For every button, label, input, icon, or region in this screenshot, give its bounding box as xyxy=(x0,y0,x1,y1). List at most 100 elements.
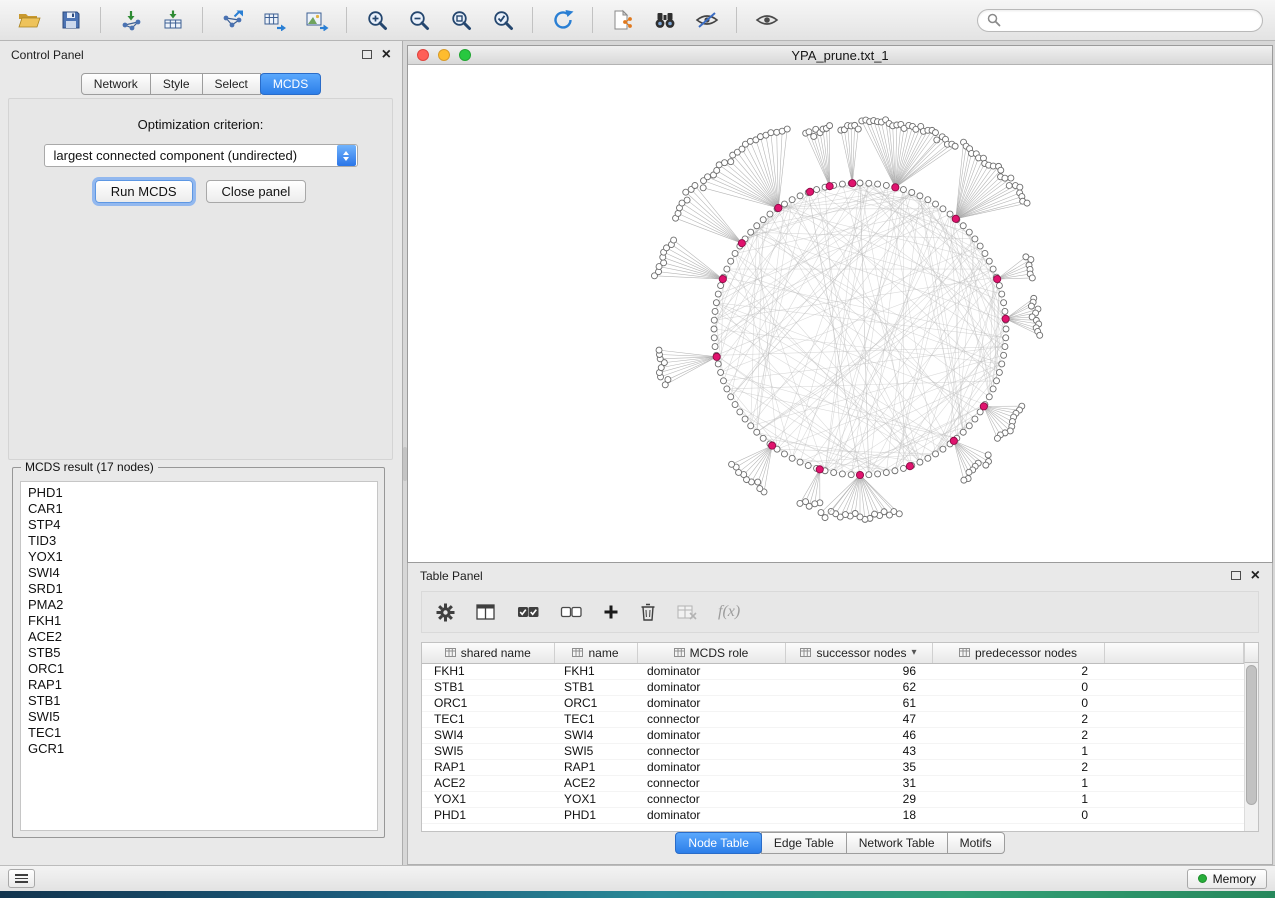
control-panel-title: Control Panel xyxy=(11,48,84,62)
float-table-panel-icon[interactable] xyxy=(1231,571,1241,580)
export-image-icon[interactable] xyxy=(300,5,333,35)
run-mcds-button[interactable]: Run MCDS xyxy=(95,180,193,203)
open-file-icon[interactable] xyxy=(12,5,45,35)
tab-edge-table[interactable]: Edge Table xyxy=(761,832,847,854)
search-box[interactable] xyxy=(977,9,1263,32)
column-header-name[interactable]: name xyxy=(554,643,637,663)
close-table-panel-icon[interactable]: × xyxy=(1251,570,1260,582)
mcds-node-item[interactable]: FKH1 xyxy=(21,613,377,629)
mcds-node-item[interactable]: GCR1 xyxy=(21,741,377,757)
search-input[interactable] xyxy=(1007,13,1253,27)
import-network-icon[interactable] xyxy=(114,5,147,35)
table-row[interactable]: PHD1 PHD1 dominator 18 0 xyxy=(422,807,1244,823)
tab-network-table[interactable]: Network Table xyxy=(846,832,948,854)
close-panel-icon[interactable]: × xyxy=(382,49,391,61)
desktop-wallpaper-strip xyxy=(0,891,1275,898)
show-columns-icon[interactable] xyxy=(476,603,496,621)
table-panel-title: Table Panel xyxy=(420,569,483,583)
mcds-node-item[interactable]: TID3 xyxy=(21,533,377,549)
table-panel: Table Panel × f(x) xyxy=(407,563,1273,865)
toolbar-separator xyxy=(592,7,593,33)
deselect-all-icon[interactable] xyxy=(560,605,582,619)
toolbar-separator xyxy=(100,7,101,33)
table-options-gear-icon[interactable] xyxy=(436,603,455,622)
zoom-in-icon[interactable] xyxy=(360,5,393,35)
mcds-node-item[interactable]: SWI5 xyxy=(21,709,377,725)
table-row[interactable]: SWI5 SWI5 connector 43 1 xyxy=(422,743,1244,759)
network-window-title: YPA_prune.txt_1 xyxy=(791,48,888,63)
column-grid-icon xyxy=(572,648,583,657)
column-header-predecessor-nodes[interactable]: predecessor nodes xyxy=(932,643,1104,663)
tab-motifs[interactable]: Motifs xyxy=(947,832,1005,854)
zoom-out-icon[interactable] xyxy=(402,5,435,35)
mcds-node-item[interactable]: STP4 xyxy=(21,517,377,533)
table-row[interactable]: ACE2 ACE2 connector 31 1 xyxy=(422,775,1244,791)
control-panel-tabs: Network Style Select MCDS xyxy=(0,73,402,95)
add-icon[interactable] xyxy=(603,604,619,620)
mcds-node-item[interactable]: TEC1 xyxy=(21,725,377,741)
control-panel: Control Panel × Network Style Select MCD… xyxy=(0,41,403,865)
tab-network[interactable]: Network xyxy=(81,73,151,95)
tab-mcds[interactable]: MCDS xyxy=(260,73,321,95)
mcds-node-item[interactable]: SWI4 xyxy=(21,565,377,581)
close-panel-button[interactable]: Close panel xyxy=(206,180,307,203)
zoom-selected-icon[interactable] xyxy=(486,5,519,35)
table-toolbar: f(x) xyxy=(421,591,1259,633)
zoom-fit-icon[interactable] xyxy=(444,5,477,35)
table-vertical-scrollbar[interactable] xyxy=(1244,663,1258,831)
mcds-node-item[interactable]: YOX1 xyxy=(21,549,377,565)
tab-select[interactable]: Select xyxy=(202,73,261,95)
column-header-shared-name[interactable]: shared name xyxy=(422,643,554,663)
select-all-icon[interactable] xyxy=(517,605,539,619)
status-menu-icon[interactable] xyxy=(8,869,35,888)
save-icon[interactable] xyxy=(54,5,87,35)
window-minimize-button[interactable] xyxy=(438,49,450,61)
share-document-icon[interactable] xyxy=(606,5,639,35)
mcds-node-item[interactable]: STB5 xyxy=(21,645,377,661)
mcds-node-item[interactable]: PHD1 xyxy=(21,485,377,501)
memory-button[interactable]: Memory xyxy=(1187,869,1267,889)
network-canvas[interactable] xyxy=(408,65,1272,562)
column-header-mcds-role[interactable]: MCDS role xyxy=(637,643,785,663)
table-row[interactable]: RAP1 RAP1 dominator 35 2 xyxy=(422,759,1244,775)
table-row[interactable]: SWI4 SWI4 dominator 46 2 xyxy=(422,727,1244,743)
mcds-node-item[interactable]: SRD1 xyxy=(21,581,377,597)
hide-graphics-details-eye-slash-icon[interactable] xyxy=(690,5,723,35)
window-close-button[interactable] xyxy=(417,49,429,61)
toolbar-separator xyxy=(532,7,533,33)
table-row[interactable]: STB1 STB1 dominator 62 0 xyxy=(422,679,1244,695)
node-table: shared name name MCDS role successor nod… xyxy=(421,642,1259,832)
mcds-node-item[interactable]: PMA2 xyxy=(21,597,377,613)
mcds-node-item[interactable]: ORC1 xyxy=(21,661,377,677)
export-network-icon[interactable] xyxy=(216,5,249,35)
toolbar-separator xyxy=(202,7,203,33)
show-graphics-details-eye-icon[interactable] xyxy=(750,5,783,35)
mcds-node-item[interactable]: RAP1 xyxy=(21,677,377,693)
table-row[interactable]: FKH1 FKH1 dominator 96 2 xyxy=(422,663,1244,679)
refresh-icon[interactable] xyxy=(546,5,579,35)
table-row[interactable]: TEC1 TEC1 connector 47 2 xyxy=(422,711,1244,727)
mcds-node-item[interactable]: STB1 xyxy=(21,693,377,709)
mcds-result-list[interactable]: PHD1CAR1STP4TID3YOX1SWI4SRD1PMA2FKH1ACE2… xyxy=(20,481,378,831)
import-table-icon[interactable] xyxy=(156,5,189,35)
table-row[interactable]: ORC1 ORC1 dominator 61 0 xyxy=(422,695,1244,711)
window-maximize-button[interactable] xyxy=(459,49,471,61)
delete-icon[interactable] xyxy=(640,603,656,621)
column-grid-icon xyxy=(959,648,970,657)
scrollbar-thumb[interactable] xyxy=(1246,665,1257,805)
column-header-successor-nodes[interactable]: successor nodes▾ xyxy=(785,643,932,663)
export-table-icon[interactable] xyxy=(258,5,291,35)
table-row[interactable]: YOX1 YOX1 connector 29 1 xyxy=(422,791,1244,807)
search-network-binoculars-icon[interactable] xyxy=(648,5,681,35)
toolbar-separator xyxy=(736,7,737,33)
mcds-node-item[interactable]: ACE2 xyxy=(21,629,377,645)
float-panel-icon[interactable] xyxy=(362,50,372,59)
mcds-result-group: MCDS result (17 nodes) PHD1CAR1STP4TID3Y… xyxy=(12,467,385,838)
optimization-criterion-select[interactable]: largest connected component (undirected) xyxy=(44,144,358,167)
column-grid-icon xyxy=(800,648,811,657)
tab-style[interactable]: Style xyxy=(150,73,203,95)
column-grid-icon xyxy=(445,648,456,657)
tab-node-table[interactable]: Node Table xyxy=(675,832,762,854)
mcds-node-item[interactable]: CAR1 xyxy=(21,501,377,517)
table-panel-header: Table Panel × xyxy=(408,563,1272,588)
